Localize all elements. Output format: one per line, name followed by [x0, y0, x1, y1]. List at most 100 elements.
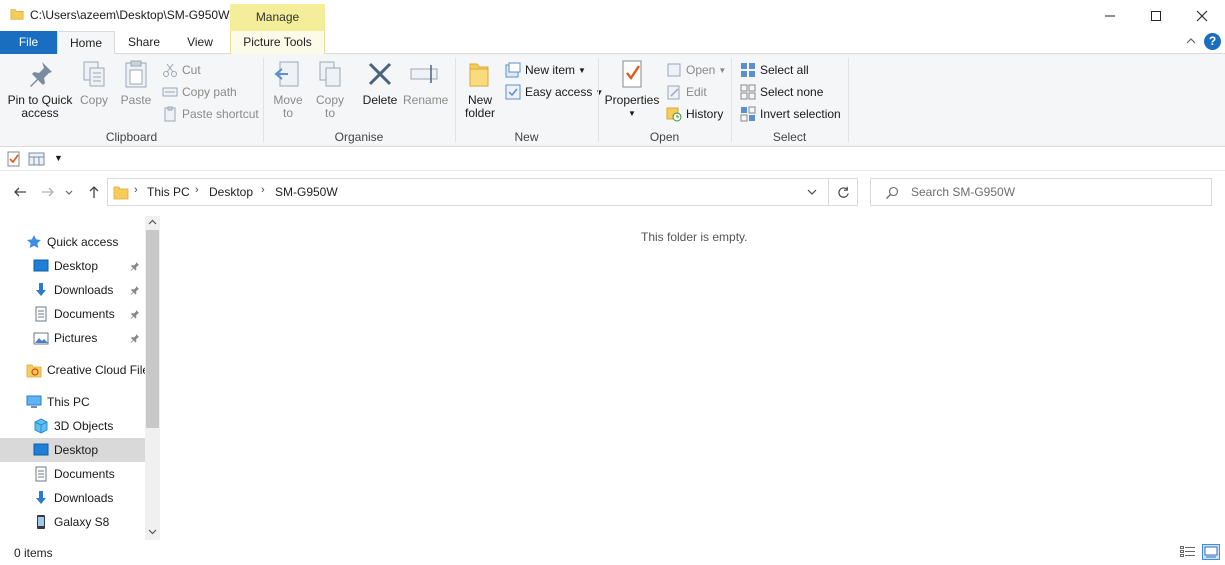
new-item-button[interactable]: New item ▼ [505, 61, 586, 79]
nav-scrollbar[interactable] [145, 216, 160, 540]
move-to-button[interactable]: Move to [270, 58, 306, 120]
easy-access-icon [505, 84, 521, 100]
recent-locations-chevron-icon[interactable] [64, 184, 74, 200]
pin-icon [30, 62, 52, 87]
nav-quick-access[interactable]: Quick access [0, 230, 145, 254]
nav-downloads-pinned[interactable]: Downloads [0, 278, 145, 302]
pin-icon [130, 310, 139, 319]
edit-button[interactable]: Edit [666, 83, 707, 101]
easy-access-button[interactable]: Easy access ▼ [505, 83, 603, 101]
cube-icon [34, 418, 48, 434]
document-icon [35, 306, 47, 322]
select-none-icon [740, 84, 756, 100]
help-icon[interactable]: ? [1204, 33, 1221, 50]
copy-button[interactable]: Copy [76, 58, 112, 107]
nav-creative-cloud-files[interactable]: Creative Cloud Files [0, 358, 145, 382]
group-label-new: New [514, 130, 539, 144]
navigation-pane: Quick access Desktop Downloads Documents… [0, 230, 145, 538]
nav-desktop[interactable]: Desktop [0, 438, 145, 462]
pin-icon [130, 334, 139, 343]
breadcrumb-this-pc[interactable]: This PC [147, 185, 190, 199]
nav-pictures-pinned[interactable]: Pictures [0, 326, 145, 350]
phone-icon [37, 515, 45, 529]
chevron-down-icon[interactable] [807, 188, 817, 196]
nav-desktop-pinned[interactable]: Desktop [0, 254, 145, 278]
invert-selection-button[interactable]: Invert selection [740, 105, 841, 123]
breadcrumb-chevron-icon[interactable]: › [261, 184, 265, 196]
maximize-button[interactable] [1133, 0, 1179, 31]
title-bar: C:\Users\azeem\Desktop\SM-G950W Manage [0, 0, 1225, 31]
new-item-icon [505, 62, 521, 78]
nav-documents-pinned[interactable]: Documents [0, 302, 145, 326]
properties-check-icon[interactable] [7, 151, 21, 167]
download-arrow-icon [36, 491, 46, 504]
copy-icon [83, 61, 105, 87]
group-label-open: Open [649, 130, 680, 144]
select-all-button[interactable]: Select all [740, 61, 809, 79]
tab-picture-tools[interactable]: Picture Tools [230, 31, 325, 54]
new-folder-button[interactable]: New folder [461, 58, 499, 120]
move-to-icon [274, 61, 299, 87]
properties-button[interactable]: Properties ▼ [603, 58, 661, 120]
open-button[interactable]: Open ▼ [666, 61, 726, 79]
customize-toolbar-chevron-icon[interactable]: ▼ [54, 153, 63, 163]
rename-icon [410, 65, 438, 83]
tab-home[interactable]: Home [57, 31, 115, 55]
breadcrumb-sm-g950w[interactable]: SM-G950W [275, 185, 338, 199]
scroll-thumb[interactable] [146, 230, 159, 428]
breadcrumb-chevron-icon[interactable]: › [134, 184, 138, 196]
refresh-icon [837, 186, 849, 198]
address-bar[interactable]: › This PC › Desktop › SM-G950W [107, 178, 829, 206]
tab-manage[interactable]: Manage [230, 4, 325, 31]
history-button[interactable]: History [666, 105, 723, 123]
details-view-icon[interactable] [1179, 544, 1197, 560]
nav-this-pc[interactable]: This PC [0, 390, 145, 414]
copy-path-icon [162, 87, 178, 97]
minimize-button[interactable] [1087, 0, 1133, 31]
back-arrow-icon[interactable] [12, 184, 28, 200]
refresh-button[interactable] [829, 178, 858, 206]
invert-selection-icon [740, 106, 756, 122]
select-none-button[interactable]: Select none [740, 83, 823, 101]
status-item-count: 0 items [14, 546, 53, 560]
nav-galaxy-s8[interactable]: Galaxy S8 [0, 510, 145, 534]
rename-button[interactable]: Rename [403, 58, 448, 107]
tab-view[interactable]: View [176, 31, 224, 54]
pin-icon [130, 262, 139, 271]
nav-documents[interactable]: Documents [0, 462, 145, 486]
tab-share[interactable]: Share [118, 31, 170, 54]
paste-shortcut-icon [164, 106, 176, 122]
tab-file[interactable]: File [0, 31, 57, 54]
new-folder-icon [469, 63, 489, 87]
group-label-organise: Organise [334, 130, 384, 144]
large-icons-view-icon[interactable] [1202, 544, 1220, 560]
up-arrow-icon[interactable] [86, 184, 102, 200]
cut-button[interactable]: Cut [162, 61, 201, 79]
ribbon-tabs: File Home Share View Picture Tools [0, 31, 1225, 55]
breadcrumb-chevron-icon[interactable]: › [195, 184, 199, 196]
paste-button[interactable]: Paste [118, 58, 154, 107]
forward-arrow-icon[interactable] [40, 184, 56, 200]
breadcrumb-desktop[interactable]: Desktop [209, 185, 253, 199]
search-box[interactable]: Search SM-G950W [870, 178, 1212, 206]
close-icon [1196, 10, 1208, 21]
nav-3d-objects[interactable]: 3D Objects [0, 414, 145, 438]
pin-to-quick-access-button[interactable]: Pin to Quick access [6, 58, 74, 120]
pictures-icon [33, 332, 49, 345]
chevron-down-icon: ▼ [628, 109, 636, 118]
group-label-clipboard: Clipboard [105, 130, 158, 144]
search-input[interactable]: Search SM-G950W [911, 185, 1015, 199]
copy-to-button[interactable]: Copy to [312, 58, 348, 120]
paste-shortcut-button[interactable]: Paste shortcut [162, 105, 259, 123]
copy-path-button[interactable]: Copy path [162, 83, 237, 101]
nav-downloads[interactable]: Downloads [0, 486, 145, 510]
scroll-down-chevron-icon[interactable] [147, 527, 158, 536]
close-button[interactable] [1179, 0, 1225, 31]
folder-icon [113, 186, 129, 200]
new-folder-icon[interactable] [28, 151, 45, 166]
clipboard-icon [125, 60, 147, 88]
maximize-icon [1151, 10, 1161, 21]
delete-button[interactable]: Delete [362, 58, 398, 107]
chevron-up-icon[interactable] [1185, 35, 1197, 47]
scroll-up-chevron-icon[interactable] [147, 218, 158, 227]
